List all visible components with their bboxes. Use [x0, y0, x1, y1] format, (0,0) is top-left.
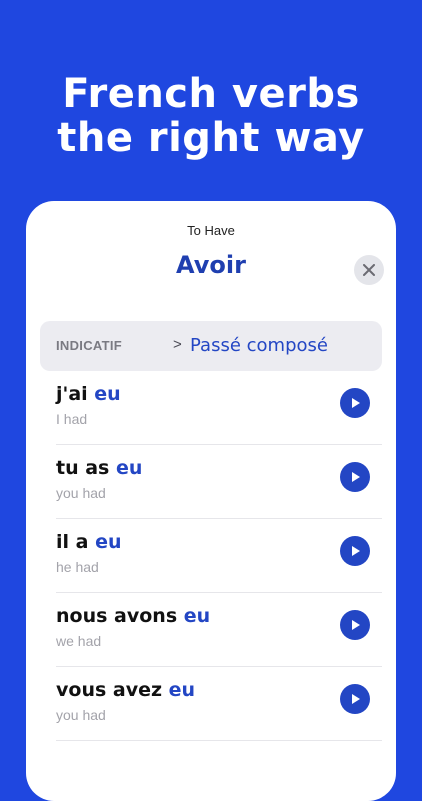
close-icon: [363, 264, 375, 276]
conjugation-row: nous avons eu we had: [56, 593, 382, 667]
play-icon: [352, 546, 360, 556]
past-participle: eu: [95, 531, 122, 553]
conjugation-row: tu as eu you had: [56, 445, 382, 519]
translation: I had: [56, 411, 88, 427]
play-icon: [352, 620, 360, 630]
conjugation-text: il a eu: [56, 531, 122, 553]
play-button[interactable]: [340, 684, 370, 714]
past-participle: eu: [94, 383, 121, 405]
subject-verb: vous avez: [56, 679, 163, 701]
play-button[interactable]: [340, 388, 370, 418]
conjugation-row: vous avez eu you had: [56, 667, 382, 741]
headline-line-2: the right way: [57, 115, 365, 161]
translation: you had: [56, 485, 106, 501]
close-button[interactable]: [354, 255, 384, 285]
translation: he had: [56, 559, 99, 575]
subject-verb: nous avons: [56, 605, 178, 627]
verb-card: To Have Avoir INDICATIF > Passé composé …: [26, 201, 396, 801]
verb-translation: To Have: [187, 223, 235, 238]
headline-line-1: French verbs: [62, 71, 360, 117]
tense-selector[interactable]: INDICATIF > Passé composé: [40, 321, 382, 371]
conjugation-row: j'ai eu I had: [56, 371, 382, 445]
conjugation-text: vous avez eu: [56, 679, 195, 701]
conjugation-text: nous avons eu: [56, 605, 210, 627]
verb-title: Avoir: [176, 251, 246, 279]
headline: French verbs the right way: [0, 72, 422, 160]
play-icon: [352, 398, 360, 408]
past-participle: eu: [183, 605, 211, 627]
chevron-right-icon: >: [173, 336, 182, 353]
translation: you had: [56, 707, 106, 723]
conjugation-text: j'ai eu: [56, 383, 121, 405]
play-icon: [352, 472, 360, 482]
subject-verb: j'ai: [56, 383, 88, 405]
past-participle: eu: [115, 457, 143, 479]
play-button[interactable]: [340, 536, 370, 566]
tense-label: Passé composé: [190, 335, 328, 356]
conjugation-text: tu as eu: [56, 457, 142, 479]
play-button[interactable]: [340, 610, 370, 640]
play-button[interactable]: [340, 462, 370, 492]
past-participle: eu: [168, 679, 196, 701]
play-icon: [352, 694, 360, 704]
translation: we had: [56, 633, 102, 649]
conjugation-row: il a eu he had: [56, 519, 382, 593]
subject-verb: il a: [56, 531, 89, 553]
mood-label: INDICATIF: [56, 338, 123, 353]
subject-verb: tu as: [56, 457, 110, 479]
